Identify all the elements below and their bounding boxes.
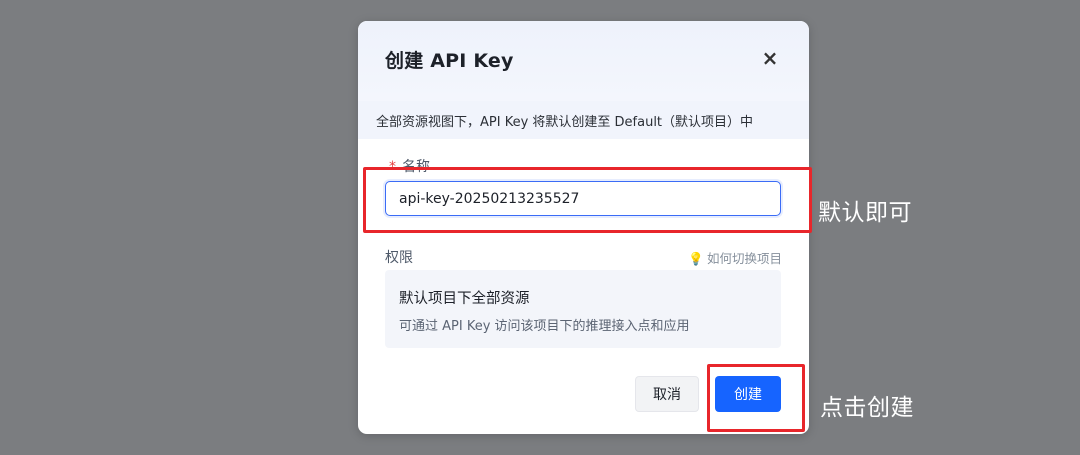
create-button[interactable]: 创建	[715, 376, 781, 412]
create-api-key-dialog: 创建 API Key × 全部资源视图下，API Key 将默认创建至 Defa…	[358, 21, 809, 434]
permission-description: 可通过 API Key 访问该项目下的推理接入点和应用	[399, 319, 690, 334]
required-mark: *	[389, 159, 396, 175]
lightbulb-icon: 💡	[688, 251, 704, 266]
permission-card: 默认项目下全部资源 可通过 API Key 访问该项目下的推理接入点和应用	[385, 270, 781, 348]
name-label-text: 名称	[402, 159, 430, 175]
name-input[interactable]	[385, 181, 781, 216]
name-field-label: * 名称	[389, 156, 430, 176]
permission-title: 默认项目下全部资源	[399, 291, 530, 307]
annotation-default-ok: 默认即可	[818, 200, 912, 226]
annotation-click-create: 点击创建	[820, 395, 914, 421]
dialog-header: 创建 API Key ×	[358, 21, 809, 101]
switch-project-link[interactable]: 💡 如何切换项目	[688, 248, 782, 267]
notice-banner: 全部资源视图下，API Key 将默认创建至 Default（默认项目）中	[358, 101, 809, 139]
permissions-label: 权限	[385, 250, 413, 266]
cancel-button[interactable]: 取消	[635, 376, 699, 412]
notice-text: 全部资源视图下，API Key 将默认创建至 Default（默认项目）中	[376, 115, 754, 130]
switch-project-text: 如何切换项目	[706, 251, 782, 266]
close-icon[interactable]: ×	[759, 47, 781, 69]
dialog-title: 创建 API Key	[385, 50, 514, 72]
